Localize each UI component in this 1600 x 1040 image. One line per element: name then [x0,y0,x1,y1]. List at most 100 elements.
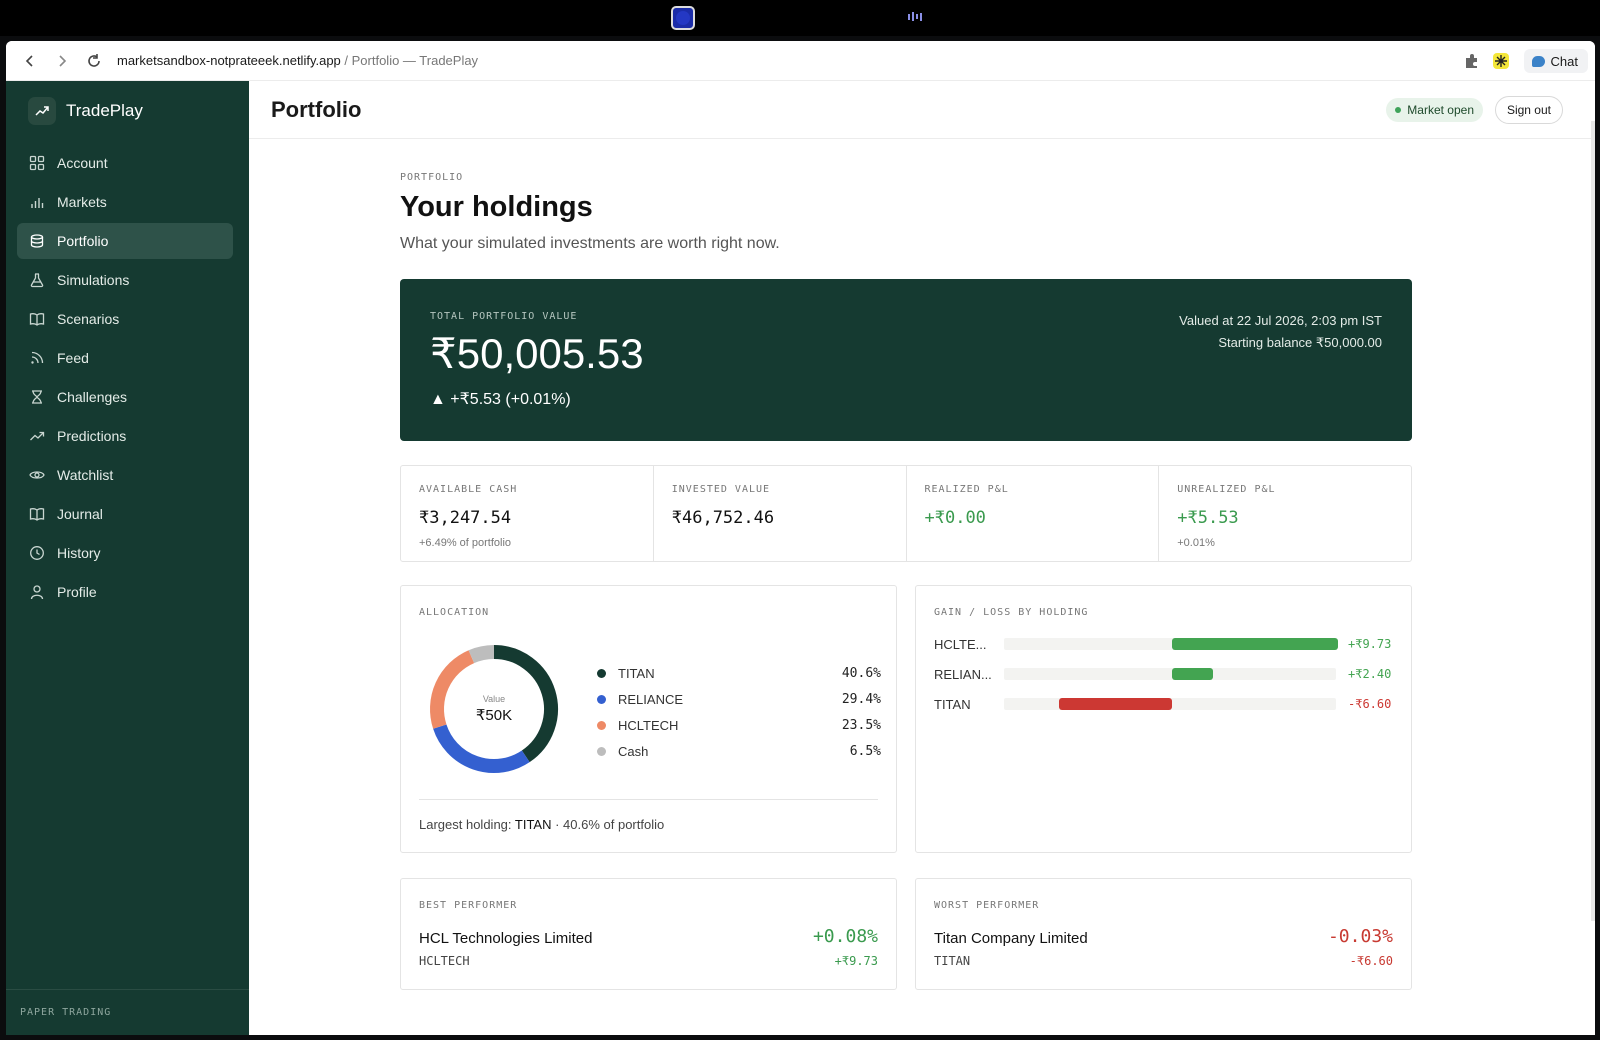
largest-holding-name: TITAN [514,817,552,832]
legend-item: HCLTECH 23.5% [597,712,881,738]
donut-center-label: Value [482,694,506,704]
sidebar-item-feed[interactable]: Feed [17,340,233,376]
valuation-meta: Valued at 22 Jul 2026, 2:03 pm IST Start… [1179,310,1382,354]
sidebar-item-label: Profile [57,584,97,600]
user-icon [30,585,44,600]
legend-name: TITAN [618,665,655,681]
worst-performer-abs: -₹6.60 [1349,954,1393,968]
sparkle-extension-icon[interactable] [1492,52,1510,70]
sidebar-item-label: Challenges [57,389,128,405]
sidebar-item-journal[interactable]: Journal [17,496,233,532]
sidebar-item-account[interactable]: Account [17,145,233,181]
legend-item: RELIANCE 29.4% [597,686,881,712]
sidebar-item-label: Account [57,155,108,171]
stat-label: AVAILABLE CASH [419,484,518,495]
audio-wave-icon[interactable] [908,12,922,21]
gain-loss-value: -₹6.60 [1348,697,1392,711]
best-performer-ticker: HCLTECH [419,954,470,968]
stat-note: +0.01% [1177,537,1215,549]
flask-icon [30,273,44,288]
chat-button[interactable]: Chat [1523,49,1588,73]
stat-label: INVESTED VALUE [671,484,771,495]
brand[interactable]: TradePlay [28,97,143,125]
sidebar-item-label: Simulations [57,272,130,288]
sidebar-item-label: Portfolio [57,233,109,249]
app-orb-icon[interactable] [671,6,695,30]
starting-balance: Starting balance ₹50,000.00 [1218,335,1382,350]
largest-holding-prefix: Largest holding: [419,817,515,832]
gain-loss-track [1004,668,1336,680]
trending-up-icon [30,431,45,441]
market-status-label: Market open [1407,103,1474,117]
section-eyebrow: PORTFOLIO [400,172,464,183]
legend-swatch [597,694,606,704]
gain-loss-bar [1059,698,1172,710]
sidebar-item-scenarios[interactable]: Scenarios [17,301,233,337]
reload-icon[interactable] [84,51,104,71]
gain-loss-value: +₹9.73 [1348,637,1392,651]
stat-invested-value: INVESTED VALUE ₹46,752.46 [654,466,907,561]
sidebar-item-portfolio[interactable]: Portfolio [17,223,233,259]
gain-loss-bar [1172,668,1213,680]
page-header: Portfolio Market open Sign out [249,81,1595,139]
database-icon [30,234,44,248]
portfolio-value-card: TOTAL PORTFOLIO VALUE ₹50,005.53 ▲ +₹5.5… [400,279,1412,441]
sidebar-item-predictions[interactable]: Predictions [17,418,233,454]
gain-loss-name: RELIAN... [934,666,992,682]
total-value: ₹50,005.53 [430,330,644,377]
holdings-subtitle: What your simulated investments are wort… [400,235,780,252]
legend-item: Cash 6.5% [597,738,881,764]
chat-label: Chat [1550,53,1578,69]
sidebar-nav: Account Markets Portfolio Simulations Sc… [17,145,233,613]
gain-loss-row: TITAN -₹6.60 [934,694,1394,714]
legend-pct: 6.5% [849,743,881,759]
stat-label: REALIZED P&L [924,484,1009,495]
sidebar-item-challenges[interactable]: Challenges [17,379,233,415]
legend-pct: 40.6% [841,665,881,681]
legend-name: HCLTECH [618,717,679,733]
gain-loss-row: RELIAN... +₹2.40 [934,664,1394,684]
stat-unrealized-pnl: UNREALIZED P&L +₹5.53 +0.01% [1159,466,1411,561]
legend-name: RELIANCE [618,691,684,707]
book-icon [29,508,45,521]
worst-performer-ticker: TITAN [934,954,971,968]
browser-window: marketsandbox-notprateeek.netlify.app / … [6,41,1595,1035]
sidebar-item-label: Feed [57,350,89,366]
legend-pct: 29.4% [841,691,881,707]
best-performer-card: BEST PERFORMER HCL Technologies Limited … [400,878,897,990]
sidebar-item-label: Predictions [57,428,127,444]
valued-at: Valued at 22 Jul 2026, 2:03 pm IST [1179,313,1382,328]
sidebar-item-markets[interactable]: Markets [17,184,233,220]
paper-trading-label: PAPER TRADING [20,1007,112,1018]
worst-performer-pct: -0.03% [1327,926,1393,947]
allocation-card: ALLOCATION Value ₹50K TITAN 40.6% RELIAN… [400,585,897,853]
allocation-legend: TITAN 40.6% RELIANCE 29.4% HCLTECH 23.5% [597,660,881,764]
worst-performer-card: WORST PERFORMER Titan Company Limited TI… [915,878,1412,990]
book-open-icon [29,313,45,326]
back-icon[interactable] [20,51,40,71]
sidebar-item-history[interactable]: History [17,535,233,571]
stat-value: +₹0.00 [924,508,986,528]
scrollbar[interactable] [1591,121,1595,921]
legend-swatch [597,668,606,678]
divider [419,799,878,800]
rss-icon [31,351,44,364]
stat-value: +₹5.53 [1177,508,1239,528]
url-field[interactable]: marketsandbox-notprateeek.netlify.app / … [117,53,478,68]
sidebar-item-label: Watchlist [57,467,114,483]
sidebar-item-profile[interactable]: Profile [17,574,233,610]
puzzle-extension-icon[interactable] [1463,52,1481,70]
eye-icon [29,471,45,479]
sidebar-item-watchlist[interactable]: Watchlist [17,457,233,493]
legend-swatch [597,746,606,756]
os-menu-bar [0,0,1600,36]
gain-loss-name: TITAN [934,696,971,712]
sidebar-item-label: Markets [57,194,107,210]
forward-icon[interactable] [52,51,72,71]
sidebar-item-simulations[interactable]: Simulations [17,262,233,298]
status-dot-icon [1395,107,1402,113]
donut-center: Value ₹50K [429,644,559,774]
sign-out-button[interactable]: Sign out [1494,96,1563,124]
best-performer-pct: +0.08% [812,926,878,947]
gain-loss-track [1004,698,1336,710]
